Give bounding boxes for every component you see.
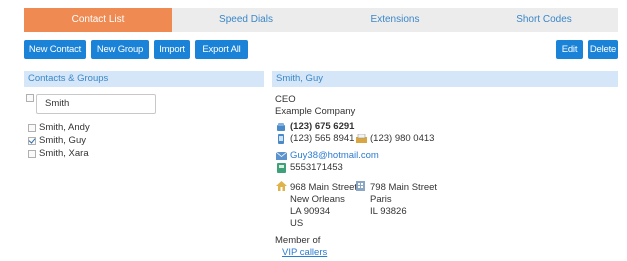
office-building-icon <box>356 181 365 191</box>
pager-number: 5553171453 <box>290 162 343 173</box>
delete-button[interactable]: Delete <box>588 40 618 59</box>
new-group-button[interactable]: New Group <box>91 40 149 59</box>
work-region: IL 93826 <box>370 206 407 217</box>
list-item[interactable]: Smith, Xara <box>28 148 89 159</box>
contact-checkbox[interactable] <box>28 123 36 132</box>
home-country: US <box>290 218 304 229</box>
search-input[interactable]: Smith <box>36 94 156 114</box>
tab-extensions[interactable]: Extensions <box>320 8 470 32</box>
pager-icon <box>277 163 286 173</box>
work-city: Paris <box>370 194 392 205</box>
list-item[interactable]: Smith, Guy <box>28 135 86 146</box>
tab-speed-dials[interactable]: Speed Dials <box>172 8 320 32</box>
job-title: CEO <box>275 94 296 105</box>
tab-bar: Contact List Speed Dials Extensions Shor… <box>24 8 618 32</box>
contact-name[interactable]: Smith, Xara <box>39 148 89 159</box>
phone-mobile: (123) 565 8941 <box>290 133 355 144</box>
contact-checkbox[interactable] <box>28 149 36 158</box>
tab-contact-list[interactable]: Contact List <box>24 8 172 32</box>
home-city: New Orleans <box>290 194 345 205</box>
member-of-label: Member of <box>275 235 321 246</box>
export-all-button[interactable]: Export All <box>195 40 248 59</box>
list-item[interactable]: Smith, Andy <box>28 122 90 133</box>
phone-icon <box>277 123 285 131</box>
mobile-phone-icon <box>278 134 284 144</box>
import-button[interactable]: Import <box>154 40 190 59</box>
work-street: 798 Main Street <box>370 182 438 193</box>
select-all-checkbox[interactable] <box>26 94 34 102</box>
new-contact-button[interactable]: New Contact <box>24 40 86 59</box>
home-region: LA 90934 <box>290 206 331 217</box>
email-icon <box>276 152 287 160</box>
contact-checkbox[interactable] <box>28 136 36 145</box>
edit-button[interactable]: Edit <box>556 40 583 59</box>
fax-icon <box>356 134 367 143</box>
contact-detail-header: Smith, Guy <box>272 71 618 87</box>
tab-short-codes[interactable]: Short Codes <box>470 8 618 32</box>
contact-name[interactable]: Smith, Guy <box>39 135 86 146</box>
phone-fax: (123) 980 0413 <box>370 133 435 144</box>
company-name: Example Company <box>275 106 356 117</box>
group-link[interactable]: VIP callers <box>282 247 327 258</box>
home-street: 968 Main Street <box>290 182 358 193</box>
home-icon <box>276 181 287 191</box>
phone-main: (123) 675 6291 <box>290 121 355 132</box>
contact-name[interactable]: Smith, Andy <box>39 122 90 133</box>
contacts-groups-header: Contacts & Groups <box>24 71 264 87</box>
toolbar: New Contact New Group Import Export All … <box>24 40 618 60</box>
email-link[interactable]: Guy38@hotmail.com <box>290 150 379 161</box>
